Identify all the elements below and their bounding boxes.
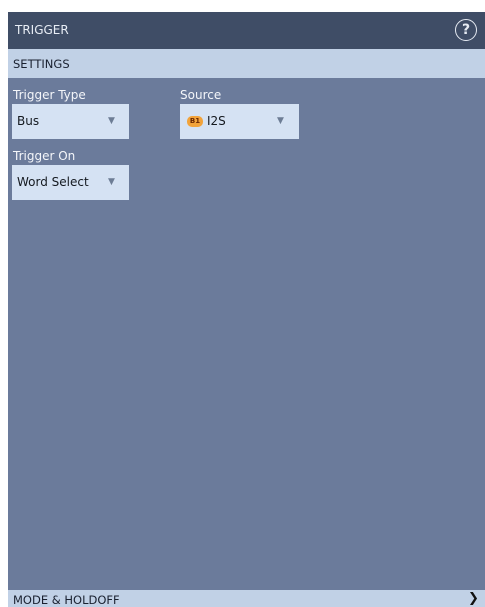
panel-title: TRIGGER (15, 23, 69, 37)
help-icon[interactable]: ? (455, 19, 477, 41)
trigger-type-value: Bus (17, 114, 40, 128)
trigger-type-label: Trigger Type (13, 88, 86, 102)
trigger-panel: TRIGGER ? SETTINGS Trigger Type Bus ▼ So… (8, 12, 485, 607)
dropdown-arrow-icon: ▼ (108, 116, 115, 126)
trigger-type-dropdown[interactable]: Bus ▼ (12, 104, 129, 139)
source-dropdown[interactable]: B1 I2S ▼ (180, 104, 299, 139)
trigger-on-value: Word Select (17, 175, 89, 189)
source-label: Source (180, 88, 222, 102)
settings-header-label: SETTINGS (13, 57, 70, 71)
trigger-on-dropdown[interactable]: Word Select ▼ (12, 165, 129, 200)
mode-holdoff-label: MODE & HOLDOFF (13, 593, 120, 607)
mode-holdoff-section[interactable]: MODE & HOLDOFF ❯ (8, 590, 485, 607)
chevron-right-icon: ❯ (468, 591, 479, 606)
source-value: I2S (207, 114, 226, 128)
trigger-on-label: Trigger On (13, 149, 76, 163)
settings-header: SETTINGS (8, 49, 485, 78)
bus-badge: B1 (187, 116, 203, 127)
dropdown-arrow-icon: ▼ (277, 116, 284, 126)
titlebar: TRIGGER ? (8, 12, 485, 49)
dropdown-arrow-icon: ▼ (108, 177, 115, 187)
